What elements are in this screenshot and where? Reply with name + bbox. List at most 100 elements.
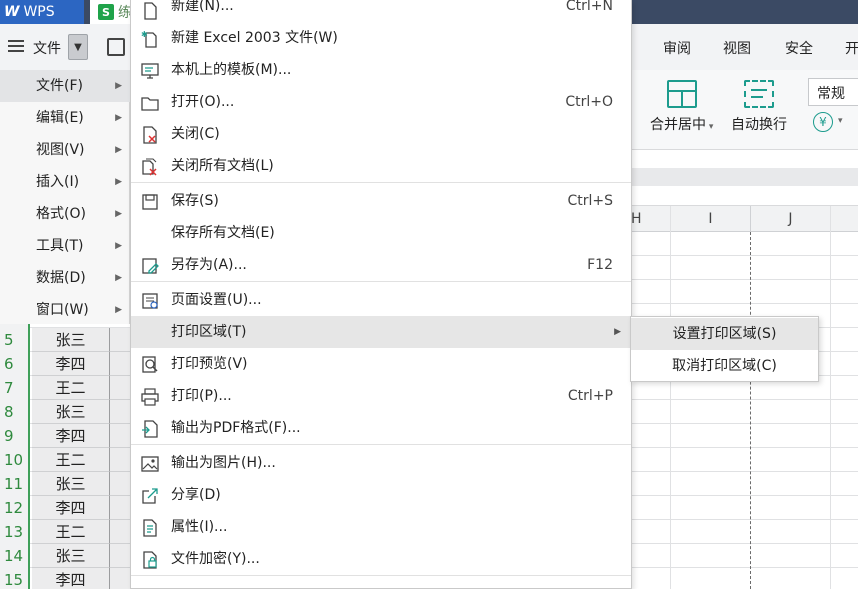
left-menu-insert[interactable]: 插入(I) ▶	[0, 166, 130, 198]
table-cell[interactable]	[110, 424, 130, 448]
table-cell[interactable]	[110, 544, 130, 568]
tab-developer[interactable]: 开	[845, 38, 858, 58]
number-format-select[interactable]: 常规	[808, 78, 858, 106]
file-menu-label[interactable]: 文件	[33, 38, 61, 58]
row-number[interactable]: 15	[0, 568, 30, 589]
name-cell[interactable]: 张三	[32, 400, 110, 424]
menu-item-new[interactable]: 新建(N)... Ctrl+N	[131, 0, 631, 22]
left-menu-edit[interactable]: 编辑(E) ▶	[0, 102, 130, 134]
left-menu-format[interactable]: 格式(O) ▶	[0, 198, 130, 230]
file-dropdown-button[interactable]: ▼	[68, 34, 88, 60]
left-menu-tools[interactable]: 工具(T) ▶	[0, 230, 130, 262]
name-cell[interactable]: 张三	[32, 472, 110, 496]
menu-item-share[interactable]: 分享(D)	[131, 479, 631, 511]
currency-icon[interactable]: ¥	[813, 112, 833, 132]
menu-item-save-all[interactable]: 保存所有文档(E)	[131, 217, 631, 249]
row-number[interactable]: 10	[0, 448, 30, 472]
column-header-i[interactable]: I	[670, 206, 750, 232]
left-menu-view[interactable]: 视图(V) ▶	[0, 134, 130, 166]
name-cell[interactable]: 李四	[32, 352, 110, 376]
row-number[interactable]: 5	[0, 328, 30, 352]
left-menu-window[interactable]: 窗口(W) ▶	[0, 294, 130, 326]
menu-item-print-area[interactable]: 打印区域(T) ▶	[131, 316, 631, 348]
table-cell[interactable]	[110, 472, 130, 496]
row-number[interactable]: 9	[0, 424, 30, 448]
row-number[interactable]: 14	[0, 544, 30, 568]
table-cell[interactable]	[110, 496, 130, 520]
merge-center-button[interactable]: 合并居中 ▾	[650, 80, 713, 134]
wps-home-tab[interactable]: W WPS	[0, 0, 84, 24]
row-number[interactable]: 6	[0, 352, 30, 376]
name-cell[interactable]: 李四	[32, 568, 110, 589]
menu-item-export-pdf[interactable]: 输出为PDF格式(F)...	[131, 412, 631, 444]
left-menu-file[interactable]: 文件(F) ▶	[0, 70, 130, 102]
wrap-text-label: 自动换行	[731, 117, 787, 133]
column-header-j[interactable]: J	[750, 206, 830, 232]
tab-view[interactable]: 视图	[723, 38, 751, 58]
menu-item-export-image[interactable]: 输出为图片(H)...	[131, 447, 631, 479]
table-cell[interactable]	[110, 568, 130, 589]
name-cell[interactable]: 张三	[32, 544, 110, 568]
hamburger-menu-icon[interactable]	[8, 40, 24, 52]
set-print-area-item[interactable]: 设置打印区域(S)	[631, 318, 818, 350]
left-menu-label: 编辑(E)	[36, 110, 84, 126]
table-cell[interactable]	[110, 400, 130, 424]
menu-item-label: 保存(S)	[171, 193, 219, 209]
menu-item-close[interactable]: 关闭(C)	[131, 118, 631, 150]
chevron-right-icon: ▶	[115, 145, 122, 155]
chevron-right-icon: ▶	[115, 81, 122, 91]
menu-item-close-all[interactable]: 关闭所有文档(L)	[131, 150, 631, 182]
menu-item-shortcut: Ctrl+P	[567, 388, 613, 404]
menu-item-properties[interactable]: 属性(I)...	[131, 511, 631, 543]
currency-dropdown-icon[interactable]: ▾	[838, 116, 843, 126]
column-header-h[interactable]: H	[630, 206, 670, 232]
folder-open-icon	[141, 97, 159, 111]
table-cell[interactable]	[110, 448, 130, 472]
print-area-submenu: 设置打印区域(S) 取消打印区域(C)	[630, 316, 819, 382]
tab-review[interactable]: 审阅	[663, 38, 691, 58]
column-header-k[interactable]	[830, 206, 858, 232]
menu-item-new-excel-2003[interactable]: ✱ 新建 Excel 2003 文件(W)	[131, 22, 631, 54]
row-number[interactable]: 11	[0, 472, 30, 496]
menu-item-open[interactable]: 打开(O)... Ctrl+O	[131, 86, 631, 118]
name-cell[interactable]: 李四	[32, 496, 110, 520]
left-menu-label: 文件(F)	[36, 78, 83, 94]
document-tab[interactable]: S 练	[90, 0, 134, 24]
name-cell[interactable]: 王二	[32, 520, 110, 544]
file-dropdown-menu: 新建(N)... Ctrl+N ✱ 新建 Excel 2003 文件(W) 本机…	[130, 0, 632, 589]
classic-menu-panel: 文件(F) ▶ 编辑(E) ▶ 视图(V) ▶ 插入(I) ▶ 格式(O) ▶ 工具(T)…	[0, 70, 130, 324]
menu-item-encrypt[interactable]: 文件加密(Y)...	[131, 543, 631, 575]
image-export-icon	[141, 456, 159, 472]
menu-item-label: 输出为PDF格式(F)...	[171, 420, 301, 436]
table-cell[interactable]	[110, 520, 130, 544]
wrap-text-button[interactable]: 自动换行	[731, 80, 787, 134]
menu-item-label: 打印(P)...	[171, 388, 232, 404]
table-cell[interactable]	[110, 328, 130, 352]
name-cell[interactable]: 张三	[32, 328, 110, 352]
left-menu-data[interactable]: 数据(D) ▶	[0, 262, 130, 294]
menu-item-shortcut: Ctrl+S	[567, 193, 613, 209]
merge-center-label: 合并居中	[650, 117, 706, 133]
name-cell[interactable]: 王二	[32, 376, 110, 400]
menu-item-print[interactable]: 打印(P)... Ctrl+P	[131, 380, 631, 412]
row-number[interactable]: 12	[0, 496, 30, 520]
tab-security[interactable]: 安全	[785, 38, 813, 58]
name-cell[interactable]: 李四	[32, 424, 110, 448]
menu-item-print-preview[interactable]: 打印预览(V)	[131, 348, 631, 380]
row-number[interactable]: 8	[0, 400, 30, 424]
quick-save-icon[interactable]	[107, 38, 125, 56]
menu-item-label: 分享(D)	[171, 487, 221, 503]
table-cell[interactable]	[110, 352, 130, 376]
menu-item-templates[interactable]: 本机上的模板(M)...	[131, 54, 631, 86]
row-number[interactable]: 13	[0, 520, 30, 544]
new-excel-icon: ✱	[141, 30, 157, 48]
clear-print-area-item[interactable]: 取消打印区域(C)	[631, 350, 818, 382]
menu-item-save-as[interactable]: 另存为(A)... F12	[131, 249, 631, 281]
table-cell[interactable]	[110, 376, 130, 400]
save-icon	[142, 194, 158, 210]
row-number[interactable]: 7	[0, 376, 30, 400]
menu-item-save[interactable]: 保存(S) Ctrl+S	[131, 185, 631, 217]
save-as-icon	[142, 258, 159, 274]
menu-item-page-setup[interactable]: 页面设置(U)...	[131, 284, 631, 316]
name-cell[interactable]: 王二	[32, 448, 110, 472]
